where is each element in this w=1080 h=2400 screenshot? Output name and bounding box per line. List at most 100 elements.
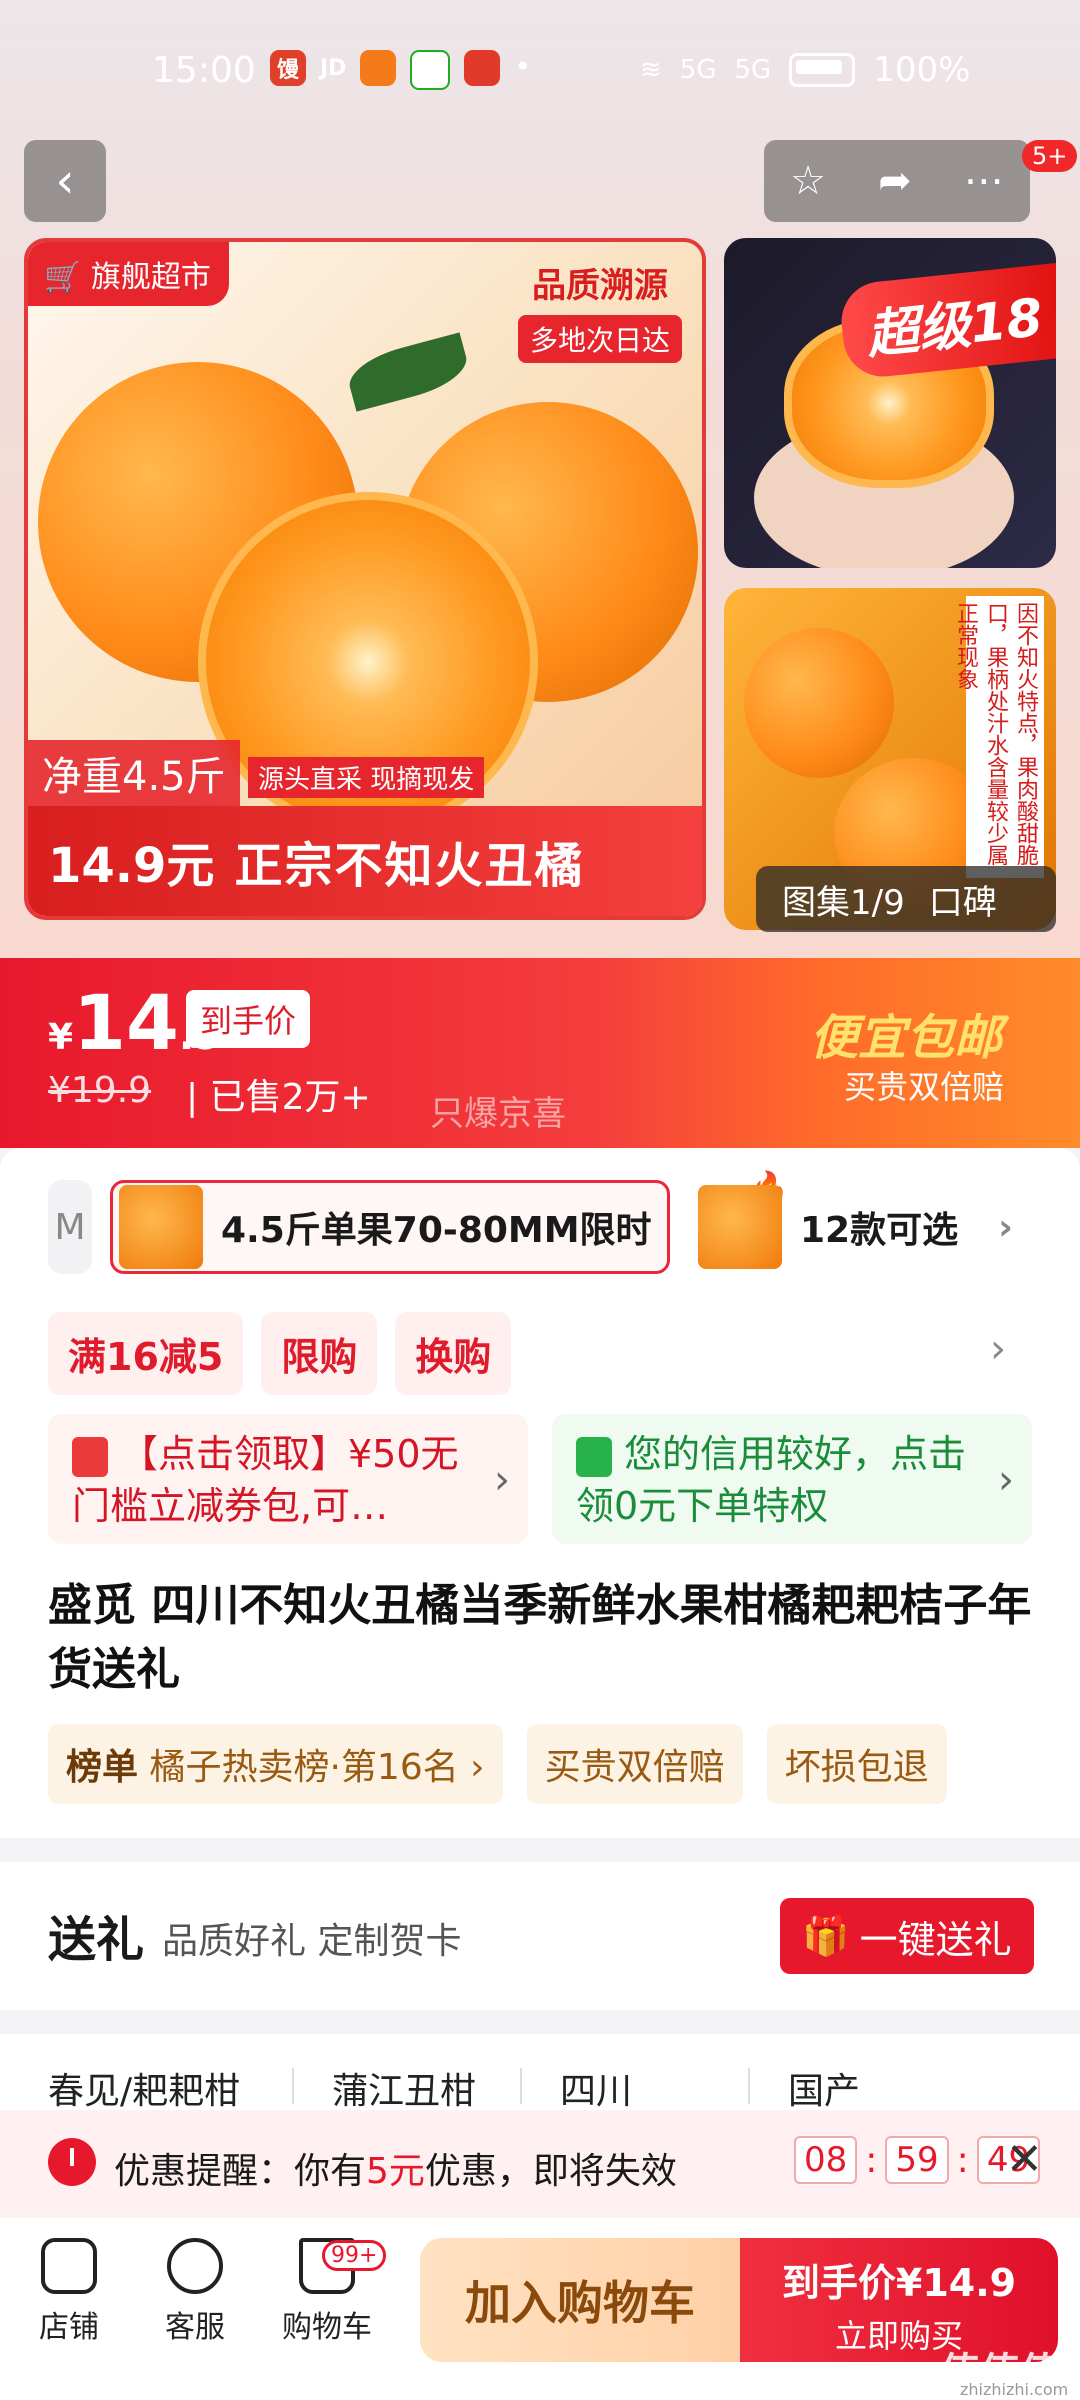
variant-more-label: 12款可选 bbox=[800, 1210, 959, 1251]
weight-label: 净重4.5斤 bbox=[28, 740, 240, 806]
store-tag: 旗舰超市 bbox=[90, 260, 211, 295]
message-badge: 5+ bbox=[1022, 140, 1078, 172]
signal-icon-1: 5G bbox=[679, 55, 717, 85]
credit-icon bbox=[576, 1436, 612, 1477]
credit-card[interactable]: 您的信用较好，点击领0元下单特权 › bbox=[552, 1414, 1032, 1544]
reminder-text: 优惠提醒：你有5元优惠，即将失效 bbox=[114, 2142, 677, 2194]
coupon-text: 【点击领取】¥50无门槛立减券包,可… bbox=[72, 1432, 459, 1528]
gift-button-label: 一键送礼 bbox=[859, 1917, 1012, 1962]
chevron-right-icon: › bbox=[494, 1457, 510, 1503]
promo-exchange[interactable]: 换购 bbox=[395, 1312, 512, 1395]
variant-more[interactable]: 12款可选 › bbox=[692, 1180, 1052, 1274]
product-title: 盛觅 四川不知火丑橘当季新鲜水果柑橘耙耙桔子年货送礼 bbox=[48, 1580, 1032, 1695]
origin-label: 源头直采 现摘现发 bbox=[248, 757, 485, 798]
watermark-text: 只爆京喜 bbox=[430, 1094, 566, 1134]
header-actions: ☆ ➦ ⋯ bbox=[764, 140, 1030, 222]
star-icon[interactable]: ☆ bbox=[790, 158, 826, 204]
image-price-bar: 14.9元 正宗不知火丑橘 bbox=[28, 806, 702, 916]
more-icon[interactable]: ⋯ bbox=[964, 158, 1004, 204]
bottom-action-bar: 店铺 客服 购物车 99+ 加入购物车 到手价¥14.9 立即购买 bbox=[0, 2218, 1080, 2400]
nav-service[interactable]: 客服 bbox=[140, 2238, 250, 2346]
promo-limit[interactable]: 限购 bbox=[261, 1312, 378, 1395]
main-product-image[interactable]: 🛒 旗舰超市 品质溯源 多地次日达 净重4.5斤 源头直采 现摘现发 14.9元… bbox=[24, 238, 706, 920]
original-price: ¥19.9 bbox=[48, 1070, 152, 1111]
divider bbox=[748, 2068, 750, 2104]
attribute-row[interactable]: 春见/耙耙柑 蒲江丑柑 四川 国产 bbox=[0, 2034, 1080, 2114]
image-price: 14.9元 bbox=[48, 838, 215, 894]
price-banner: ¥14.9 到手价 ¥19.9 | 已售2万+ 便宜包邮 买贵双倍赔 只爆京喜 bbox=[0, 958, 1080, 1148]
battery-level: 100% bbox=[873, 50, 971, 90]
share-icon[interactable]: ➦ bbox=[878, 158, 912, 204]
service-tags: 榜单 橘子热卖榜·第16名 › 买贵双倍赔 坏损包退 bbox=[48, 1724, 947, 1804]
free-shipping: 便宜包邮 bbox=[810, 1010, 1003, 1066]
nav-cart-label: 购物车 bbox=[282, 2310, 372, 2345]
gift-section: 送礼 品质好礼 定制贺卡 🎁 一键送礼 bbox=[0, 1862, 1080, 2010]
signal-icon-2: 5G bbox=[734, 55, 772, 85]
send-gift-button[interactable]: 🎁 一键送礼 bbox=[780, 1898, 1034, 1974]
divider bbox=[292, 2068, 294, 2104]
sold-text: 已售2万+ bbox=[209, 1077, 371, 1118]
credit-text: 您的信用较好，点击领0元下单特权 bbox=[576, 1432, 967, 1528]
variant-prev[interactable]: M bbox=[48, 1180, 92, 1274]
variant-active-label: 4.5斤单果70-80MM限时 bbox=[221, 1210, 652, 1251]
chevron-right-icon: › bbox=[998, 1457, 1014, 1503]
attr-origin-brand: 蒲江丑柑 bbox=[332, 2071, 477, 2112]
back-button[interactable]: ‹ bbox=[24, 140, 106, 222]
return-tag[interactable]: 坏损包退 bbox=[766, 1724, 947, 1804]
reminder-prefix: 优惠提醒：你有 bbox=[114, 2151, 367, 2192]
app-icon-3 bbox=[360, 50, 397, 86]
chevron-right-icon: › bbox=[998, 1206, 1013, 1248]
close-icon[interactable]: ✕ bbox=[1006, 2134, 1043, 2185]
countdown-timer: 08: 59: 49 bbox=[794, 2136, 1041, 2184]
rank-tag[interactable]: 榜单 橘子热卖榜·第16名 › bbox=[48, 1724, 503, 1804]
store-icon bbox=[41, 2238, 97, 2294]
add-to-cart-button[interactable]: 加入购物车 bbox=[420, 2238, 740, 2362]
super18-banner: 超级18 bbox=[837, 262, 1056, 381]
orange-a bbox=[744, 628, 894, 778]
promo-discount[interactable]: 满16减5 bbox=[48, 1312, 244, 1395]
promo-tags: 满16减5 限购 换购 bbox=[48, 1312, 512, 1395]
coupon-card[interactable]: 【点击领取】¥50无门槛立减券包,可… › bbox=[48, 1414, 528, 1544]
clock-icon bbox=[48, 2138, 96, 2186]
gallery-counter[interactable]: 图集1/9 口碑 bbox=[756, 866, 1056, 932]
app-icon-5 bbox=[464, 50, 501, 86]
variant-selector: M 4.5斤单果70-80MM限时 🔥 12款可选 › bbox=[0, 1169, 1080, 1282]
timer-hours: 08 bbox=[794, 2136, 858, 2184]
discount-reminder: 优惠提醒：你有5元优惠，即将失效 08: 59: 49 ✕ bbox=[0, 2110, 1080, 2218]
rank-text: 橘子热卖榜·第16名 bbox=[149, 1747, 459, 1788]
price-guarantee: 买贵双倍赔 bbox=[844, 1068, 1005, 1106]
gift-sub: 品质好礼 定制贺卡 bbox=[162, 1921, 462, 1962]
variant-active[interactable]: 4.5斤单果70-80MM限时 🔥 bbox=[110, 1169, 789, 1274]
divider bbox=[520, 2068, 522, 2104]
timer-minutes: 59 bbox=[885, 2136, 949, 2184]
quality-text: 品质溯源 bbox=[531, 266, 668, 306]
app-icon-1: 馒 bbox=[270, 50, 306, 86]
leaf bbox=[343, 332, 473, 412]
status-time: 15:00 bbox=[152, 50, 256, 91]
attr-variety: 春见/耙耙柑 bbox=[48, 2071, 241, 2112]
rank-label: 榜单 bbox=[66, 1747, 139, 1788]
variant-thumb bbox=[119, 1185, 203, 1269]
site-watermark-url: zhizhizhi.com bbox=[960, 2380, 1069, 2399]
cart-badge: 99+ bbox=[322, 2240, 387, 2271]
attr-province: 四川 bbox=[560, 2071, 633, 2112]
chevron-left-icon: ‹ bbox=[55, 153, 75, 209]
nav-store-label: 店铺 bbox=[39, 2310, 99, 2345]
status-right: ≋ 5G 5G 100% bbox=[640, 50, 970, 90]
reviews-tab[interactable]: 口碑 bbox=[929, 875, 997, 924]
coupon-icon bbox=[72, 1436, 108, 1477]
guarantee-tag[interactable]: 买贵双倍赔 bbox=[526, 1724, 743, 1804]
promo-chevron-icon[interactable]: › bbox=[990, 1326, 1006, 1372]
currency-symbol: ¥ bbox=[48, 1017, 74, 1058]
variant-more-thumb bbox=[698, 1185, 782, 1269]
gift-icon: 🎁 bbox=[802, 1913, 850, 1958]
status-app-icons: 馒 JD • bbox=[270, 50, 531, 90]
side-image-1[interactable]: 超级18 bbox=[724, 238, 1056, 568]
price-integer: 14 bbox=[73, 978, 179, 1067]
gift-label: 送礼 bbox=[48, 1912, 145, 1968]
sold-count: | 已售2万+ bbox=[186, 1077, 371, 1118]
attr-country: 国产 bbox=[788, 2071, 861, 2112]
reminder-amount: 5元 bbox=[366, 2151, 425, 2192]
nav-store[interactable]: 店铺 bbox=[14, 2238, 124, 2346]
service-icon bbox=[167, 2238, 223, 2294]
